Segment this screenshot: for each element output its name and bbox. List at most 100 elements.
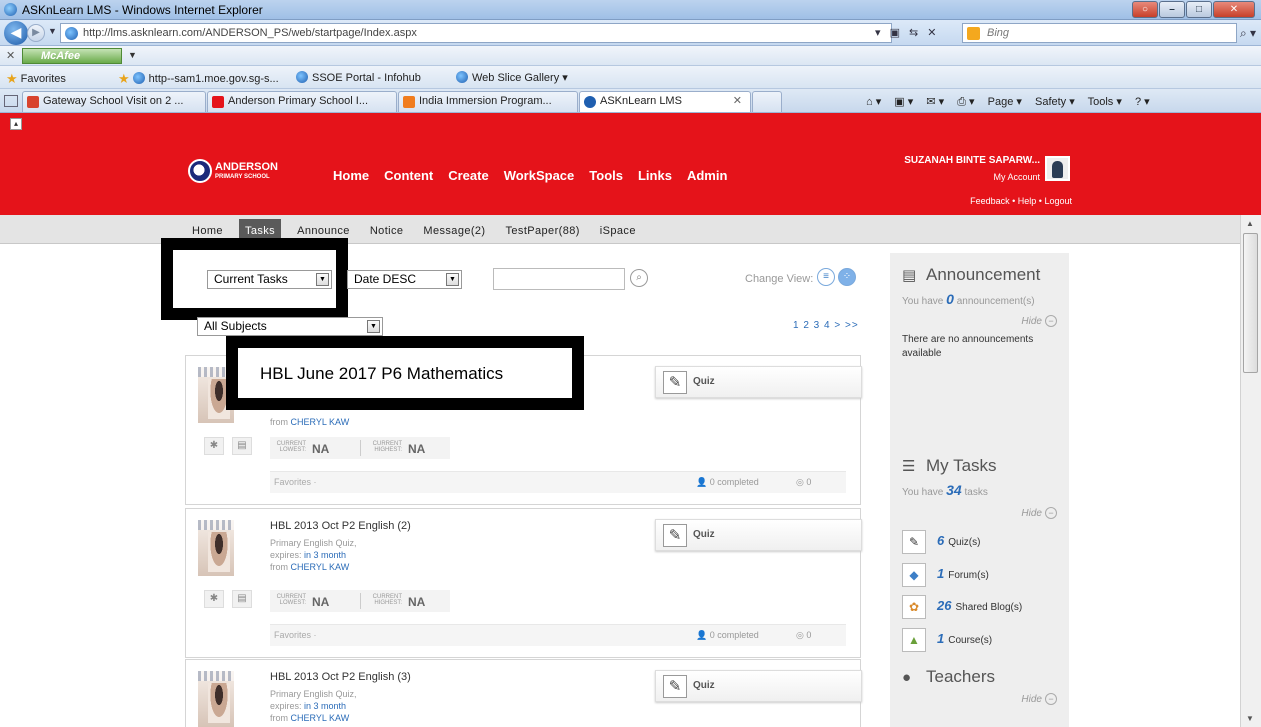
favorite-link-3[interactable]: Web Slice Gallery ▾: [456, 71, 568, 84]
tab-anderson[interactable]: Anderson Primary School I...: [207, 91, 397, 112]
mcafee-dropdown-icon[interactable]: ▼: [128, 50, 137, 60]
quick-tabs-icon[interactable]: [4, 95, 18, 107]
teachers-hide[interactable]: Hide −: [1021, 693, 1057, 705]
favorites-link[interactable]: Favorites ·: [274, 477, 317, 487]
back-button[interactable]: ◀: [4, 21, 28, 45]
tab-india[interactable]: India Immersion Program...: [398, 91, 578, 112]
nav-content[interactable]: Content: [384, 168, 433, 183]
help-icon[interactable]: ? ▾: [1135, 96, 1150, 108]
mcafee-button[interactable]: McAfee: [22, 48, 122, 64]
header-links[interactable]: Feedback • Help • Logout: [930, 196, 1072, 206]
school-logo-icon[interactable]: [188, 159, 212, 183]
close-tab-icon[interactable]: ✕: [733, 92, 742, 111]
teacher-link[interactable]: CHERYL KAW: [291, 417, 350, 427]
address-tools[interactable]: ▾ ▣ ⇆ ✕: [875, 26, 940, 39]
sort-select[interactable]: Date DESC ▼: [347, 270, 462, 289]
hide-label: Hide: [1021, 316, 1042, 327]
favorites-link[interactable]: Favorites ·: [274, 630, 317, 640]
message-icon[interactable]: ▤: [232, 437, 252, 455]
my-account-link[interactable]: My Account: [988, 172, 1040, 182]
task-card[interactable]: HBL 2013 Oct P2 English (2) Primary Engl…: [185, 508, 862, 658]
ie-page-icon: [456, 71, 468, 83]
nav-create[interactable]: Create: [448, 168, 488, 183]
count-label: Forum(s): [948, 570, 989, 581]
nav-tools[interactable]: Tools: [589, 168, 623, 183]
teacher-link[interactable]: CHERYL KAW: [291, 562, 350, 572]
collapse-icon[interactable]: ▴: [10, 118, 22, 130]
completed-count: 👤 0 completed: [696, 630, 759, 640]
tab-asknlearn[interactable]: ASKnLearn LMS ✕: [579, 91, 751, 112]
comments-count[interactable]: ◎ 0: [796, 477, 811, 488]
scroll-up-icon[interactable]: ▲: [1246, 219, 1254, 228]
minus-circle-icon: −: [1045, 315, 1057, 327]
favorites-label: Favorites: [20, 73, 66, 85]
favorite-link-1[interactable]: ★ http--sam1.moe.gov.sg-s...: [118, 71, 279, 87]
subnav-message[interactable]: Message(2): [419, 223, 489, 243]
my-tasks-hide[interactable]: Hide −: [1021, 507, 1057, 519]
minimize-button[interactable]: –: [1159, 1, 1185, 18]
subnav-testpaper[interactable]: TestPaper(88): [502, 223, 584, 243]
teacher-link[interactable]: CHERYL KAW: [291, 713, 350, 723]
task-card[interactable]: HBL 2013 Oct P2 English (3) Primary Engl…: [185, 659, 862, 727]
extra-window-icon[interactable]: ○: [1132, 1, 1158, 18]
pagination[interactable]: 1 2 3 4 > >>: [793, 320, 859, 331]
pin-icon[interactable]: ✱: [204, 590, 224, 608]
scroll-thumb[interactable]: [1243, 233, 1258, 373]
favorites-button[interactable]: ★ Favorites: [6, 71, 66, 87]
safety-menu[interactable]: Safety ▾: [1035, 96, 1075, 108]
forward-button[interactable]: ▶: [27, 24, 45, 42]
search-icon[interactable]: ⌕: [630, 269, 648, 287]
quiz-label: Quiz: [693, 529, 715, 540]
score-box: CURRENT LOWEST: NA CURRENT HIGHEST: NA: [270, 590, 450, 612]
maximize-button[interactable]: □: [1186, 1, 1212, 18]
subnav-ispace[interactable]: iSpace: [596, 223, 640, 243]
favorite-link-2[interactable]: SSOE Portal - Infohub: [296, 71, 421, 84]
grid-view-icon[interactable]: ⁘: [838, 268, 856, 286]
ie-icon: [584, 96, 596, 108]
tab-gateway[interactable]: Gateway School Visit on 2 ...: [22, 91, 206, 112]
subnav-notice[interactable]: Notice: [366, 223, 408, 243]
search-input[interactable]: Bing: [962, 23, 1237, 43]
quiz-button[interactable]: ✎ Quiz: [655, 670, 862, 702]
avatar[interactable]: [1045, 156, 1070, 181]
message-icon[interactable]: ▤: [232, 590, 252, 608]
tasks-count: 34: [946, 482, 962, 498]
task-title[interactable]: HBL 2013 Oct P2 English (2): [270, 520, 411, 532]
mail-icon[interactable]: ✉ ▾: [926, 96, 944, 108]
nav-workspace[interactable]: WorkSpace: [504, 168, 575, 183]
label-line: LOWEST:: [279, 600, 306, 606]
announcement-hide[interactable]: Hide −: [1021, 315, 1057, 327]
new-tab-button[interactable]: [752, 91, 782, 112]
nav-home[interactable]: Home: [333, 168, 369, 183]
page-scrollbar[interactable]: ▲ ▼: [1240, 215, 1261, 727]
list-view-icon[interactable]: ≡: [817, 268, 835, 286]
home-icon[interactable]: ⌂ ▾: [866, 96, 881, 108]
search-icon[interactable]: ⌕ ▾: [1240, 26, 1256, 41]
pin-icon[interactable]: ✱: [204, 437, 224, 455]
expires-label: expires:: [270, 550, 302, 560]
search-placeholder: Bing: [987, 27, 1010, 39]
history-dropdown-icon[interactable]: ▼: [48, 26, 57, 36]
task-filter-select[interactable]: Current Tasks ▼: [207, 270, 332, 289]
window-title-bar: ASKnLearn LMS - Windows Internet Explore…: [0, 0, 1261, 20]
task-search-input[interactable]: [493, 268, 625, 290]
task-title[interactable]: HBL June 2017 P6 Mathematics: [260, 364, 503, 384]
feeds-icon[interactable]: ▣ ▾: [894, 96, 913, 108]
user-name[interactable]: SUZANAH BINTE SAPARW...: [888, 155, 1040, 166]
scroll-down-icon[interactable]: ▼: [1246, 714, 1254, 723]
print-icon[interactable]: ⎙ ▾: [957, 96, 974, 108]
quiz-button[interactable]: ✎ Quiz: [655, 366, 862, 398]
school-logo-text[interactable]: ANDERSON PRIMARY SCHOOL: [215, 162, 278, 182]
quiz-button[interactable]: ✎ Quiz: [655, 519, 862, 551]
bing-icon: [967, 27, 980, 40]
task-title[interactable]: HBL 2013 Oct P2 English (3): [270, 671, 411, 683]
page-menu[interactable]: Page ▾: [988, 96, 1022, 108]
url-input[interactable]: http://lms.asknlearn.com/ANDERSON_PS/web…: [60, 23, 892, 43]
close-window-button[interactable]: ✕: [1213, 1, 1255, 18]
close-toolbar-icon[interactable]: ✕: [6, 49, 15, 62]
subject-select[interactable]: All Subjects ▼: [197, 317, 383, 336]
comments-count[interactable]: ◎ 0: [796, 630, 811, 641]
nav-admin[interactable]: Admin: [687, 168, 727, 183]
tools-menu[interactable]: Tools ▾: [1088, 96, 1122, 108]
nav-links[interactable]: Links: [638, 168, 672, 183]
